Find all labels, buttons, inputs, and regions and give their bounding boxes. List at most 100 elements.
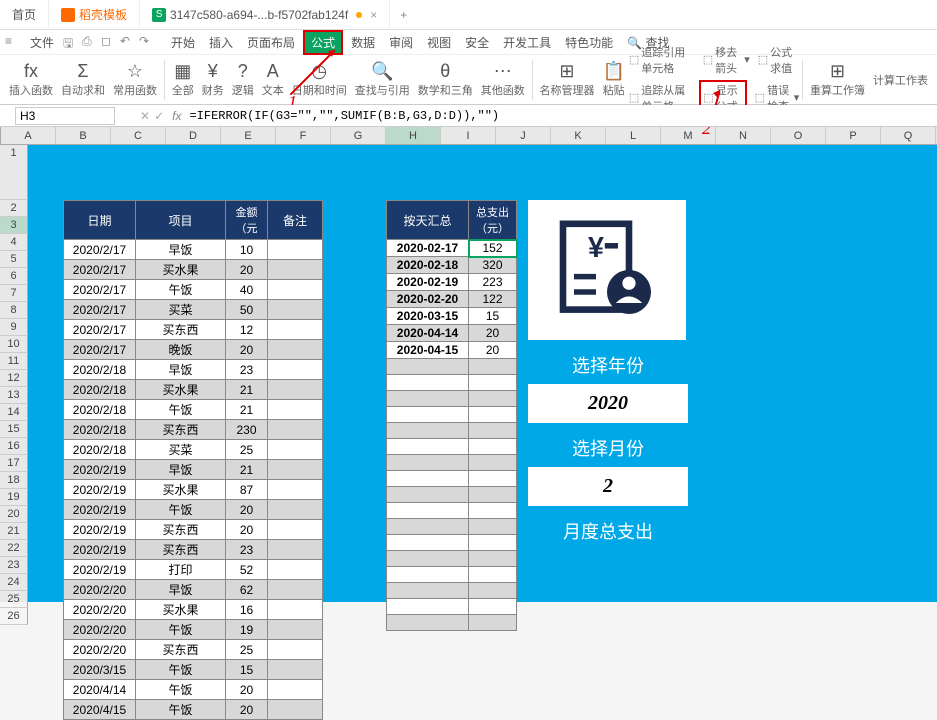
table-row[interactable]: 2020/4/14午饭20 <box>64 680 323 700</box>
menu-data[interactable]: 数据 <box>345 32 381 53</box>
table-row[interactable]: 2020/2/20买水果16 <box>64 600 323 620</box>
cell[interactable]: 50 <box>226 300 268 320</box>
cell[interactable] <box>268 240 323 260</box>
cell[interactable]: 2020/2/18 <box>64 360 136 380</box>
row-header-4[interactable]: 4 <box>0 234 28 251</box>
table-row[interactable] <box>387 583 517 599</box>
row-header-1[interactable]: 1 <box>0 145 28 200</box>
cell[interactable] <box>268 420 323 440</box>
row-header-25[interactable]: 25 <box>0 591 28 608</box>
cell[interactable]: 2020-02-17 <box>387 240 469 257</box>
menu-view[interactable]: 视图 <box>421 32 457 53</box>
col-header-A[interactable]: A <box>1 127 56 144</box>
ribbon-paste[interactable]: 📋粘贴 <box>598 61 628 98</box>
table-row[interactable] <box>387 567 517 583</box>
cell[interactable]: 2020/2/17 <box>64 240 136 260</box>
redo-icon[interactable]: ↷ <box>139 34 155 50</box>
col-header-C[interactable]: C <box>111 127 166 144</box>
col-header-Q[interactable]: Q <box>881 127 936 144</box>
row-header-7[interactable]: 7 <box>0 285 28 302</box>
row-header-18[interactable]: 18 <box>0 472 28 489</box>
cell[interactable] <box>268 540 323 560</box>
table-row[interactable] <box>387 359 517 375</box>
col-header-N[interactable]: N <box>716 127 771 144</box>
cell[interactable] <box>469 551 517 567</box>
table-row[interactable]: 2020-02-19223 <box>387 274 517 291</box>
ribbon-all[interactable]: ▦全部 <box>168 61 198 98</box>
cell[interactable]: 20 <box>469 342 517 359</box>
cell[interactable]: 23 <box>226 360 268 380</box>
sheet-area[interactable]: 日期 项目 金额（元 备注 2020/2/17早饭102020/2/17买水果2… <box>28 145 937 602</box>
table-row[interactable]: 2020/2/20早饭62 <box>64 580 323 600</box>
cell[interactable]: 20 <box>226 520 268 540</box>
cell[interactable]: 87 <box>226 480 268 500</box>
table-row[interactable]: 2020-04-1420 <box>387 325 517 342</box>
col-header-K[interactable]: K <box>551 127 606 144</box>
cell[interactable] <box>469 375 517 391</box>
menu-security[interactable]: 安全 <box>459 32 495 53</box>
menu-start[interactable]: 开始 <box>165 32 201 53</box>
cell[interactable]: 2020/3/15 <box>64 660 136 680</box>
tab-document[interactable]: S3147c580-a694-...b-f5702fab124f× <box>140 0 390 30</box>
table-row[interactable] <box>387 535 517 551</box>
menu-formula[interactable]: 公式 <box>303 30 343 55</box>
ribbon-names[interactable]: ⊞名称管理器 <box>535 61 598 98</box>
cell[interactable]: 早饭 <box>136 360 226 380</box>
table-row[interactable] <box>387 407 517 423</box>
cell[interactable] <box>268 380 323 400</box>
cell[interactable] <box>469 615 517 631</box>
cell[interactable] <box>268 400 323 420</box>
row-header-17[interactable]: 17 <box>0 455 28 472</box>
table-row[interactable] <box>387 503 517 519</box>
cell[interactable]: 买东西 <box>136 540 226 560</box>
row-header-6[interactable]: 6 <box>0 268 28 285</box>
cell[interactable]: 2020/2/17 <box>64 340 136 360</box>
row-header-8[interactable]: 8 <box>0 302 28 319</box>
cell[interactable]: 20 <box>226 500 268 520</box>
cell[interactable]: 买东西 <box>136 640 226 660</box>
table-row[interactable]: 2020/2/19午饭20 <box>64 500 323 520</box>
table-row[interactable] <box>387 615 517 631</box>
col-header-D[interactable]: D <box>166 127 221 144</box>
cell[interactable] <box>469 455 517 471</box>
row-header-24[interactable]: 24 <box>0 574 28 591</box>
table-row[interactable]: 2020/2/17晚饭20 <box>64 340 323 360</box>
col-header-I[interactable]: I <box>441 127 496 144</box>
cell[interactable]: 2020/2/17 <box>64 320 136 340</box>
cell[interactable] <box>387 455 469 471</box>
cell[interactable]: 2020/2/19 <box>64 480 136 500</box>
row-header-22[interactable]: 22 <box>0 540 28 557</box>
cell[interactable]: 2020/2/19 <box>64 460 136 480</box>
cell[interactable]: 16 <box>226 600 268 620</box>
cell[interactable]: 买水果 <box>136 260 226 280</box>
cell[interactable]: 2020/2/17 <box>64 280 136 300</box>
cell[interactable] <box>469 599 517 615</box>
cell[interactable] <box>268 320 323 340</box>
row-header-16[interactable]: 16 <box>0 438 28 455</box>
ribbon-other[interactable]: ⋯其他函数 <box>477 61 529 98</box>
col-header-J[interactable]: J <box>496 127 551 144</box>
table-row[interactable] <box>387 375 517 391</box>
cell[interactable]: 25 <box>226 640 268 660</box>
cell[interactable] <box>268 360 323 380</box>
fx-cancel-icon[interactable]: ✕ <box>140 109 150 123</box>
cell[interactable]: 2020/4/15 <box>64 700 136 720</box>
row-header-3[interactable]: 3 <box>0 217 28 234</box>
row-header-10[interactable]: 10 <box>0 336 28 353</box>
cell[interactable]: 2020/2/20 <box>64 620 136 640</box>
cell[interactable]: 20 <box>226 340 268 360</box>
ribbon-lookup[interactable]: 🔍查找与引用 <box>351 61 414 98</box>
undo-icon[interactable]: ↶ <box>120 34 136 50</box>
cell[interactable] <box>469 567 517 583</box>
cell[interactable]: 152 <box>469 240 517 257</box>
cell[interactable] <box>387 407 469 423</box>
table-row[interactable]: 2020/2/18买东西230 <box>64 420 323 440</box>
cell[interactable]: 320 <box>469 257 517 274</box>
menu-review[interactable]: 审阅 <box>383 32 419 53</box>
cell[interactable]: 买东西 <box>136 420 226 440</box>
cell[interactable] <box>469 535 517 551</box>
table-row[interactable] <box>387 551 517 567</box>
cell[interactable]: 2020/2/18 <box>64 420 136 440</box>
table-row[interactable]: 2020-02-18320 <box>387 257 517 274</box>
table-row[interactable]: 2020/3/15午饭15 <box>64 660 323 680</box>
